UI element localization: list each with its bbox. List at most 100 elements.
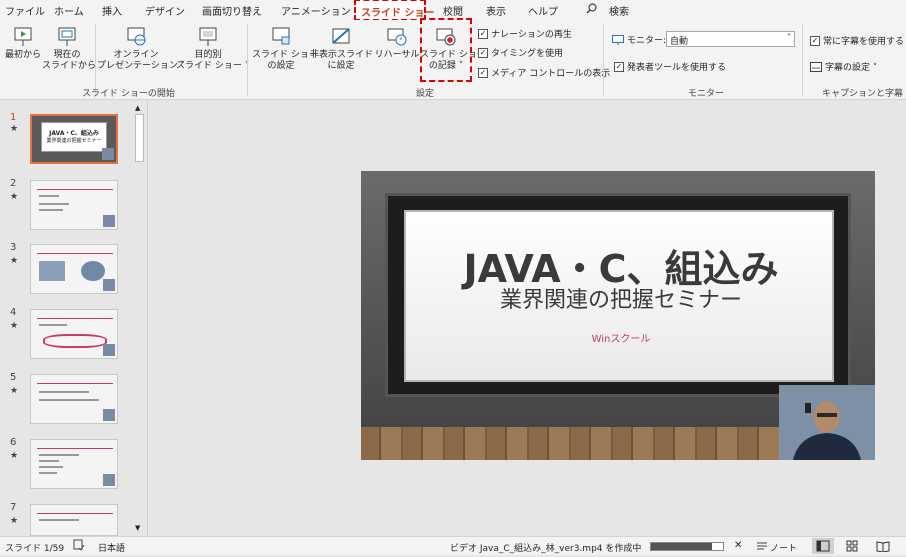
online-label-2: プレゼンテーション ˅ xyxy=(97,61,186,71)
checkbox-checked-icon: ✓ xyxy=(478,67,488,78)
separator xyxy=(802,24,803,96)
rehearse-button[interactable]: リハーサル xyxy=(374,26,420,61)
thumbnail-scrollbar[interactable]: ▲ ▼ xyxy=(134,104,145,534)
slide-thumbnail-5[interactable] xyxy=(30,374,118,424)
search-label[interactable]: 検索 xyxy=(609,3,629,18)
slide-thumbnail-2[interactable] xyxy=(30,180,118,230)
normal-view-icon[interactable] xyxy=(812,538,834,554)
narration-checkbox[interactable]: ✓ ナレーションの再生 xyxy=(478,27,572,40)
tab-design[interactable]: デザイン xyxy=(145,3,185,18)
checkbox-checked-icon: ✓ xyxy=(478,28,488,39)
spellcheck-icon[interactable] xyxy=(73,539,85,554)
monitor-group-label: モニター xyxy=(688,89,725,99)
custom-show-icon xyxy=(199,27,217,46)
slide-thumbnail-panel: 1 ★ JAVA・C、組込み 業界関連の把握セミナー 2 ★ 3 ★ 4 ★ 5… xyxy=(0,100,148,536)
tab-transitions[interactable]: 画面切り替え xyxy=(202,3,262,18)
play-from-start-icon xyxy=(14,27,32,46)
thumb-content-box: JAVA・C、組込み 業界関連の把握セミナー xyxy=(41,122,107,152)
from-current-label-1: 現在の xyxy=(53,50,81,60)
setup-icon xyxy=(272,27,290,45)
rehearse-label: リハーサル xyxy=(374,50,420,60)
custom-label-2: スライド ショー ˅ xyxy=(176,61,250,71)
from-current-button[interactable]: 現在の スライドから xyxy=(42,26,96,72)
transition-star-icon: ★ xyxy=(10,321,19,331)
setup-group-label: 設定 xyxy=(416,89,435,99)
slide-number: 1 xyxy=(10,112,17,123)
slide-thumbnail-4[interactable] xyxy=(30,309,118,359)
chevron-down-icon: ˅ xyxy=(787,33,791,42)
media-checkbox[interactable]: ✓ メディア コントロールの表示 xyxy=(478,66,610,79)
checkbox-checked-icon: ✓ xyxy=(810,35,820,46)
slide-number: 5 xyxy=(10,372,17,383)
slide-brand[interactable]: Winスクール xyxy=(406,330,836,345)
transition-star-icon: ★ xyxy=(10,256,19,266)
setup-slideshow-button[interactable]: スライド ショー の設定 xyxy=(252,26,318,72)
scroll-down-icon[interactable]: ▼ xyxy=(135,524,140,532)
presenter-view-checkbox[interactable]: ✓ 発表者ツールを使用する xyxy=(614,60,726,73)
captions-icon xyxy=(810,61,822,72)
presenter-label: 発表者ツールを使用する xyxy=(627,63,727,73)
transition-star-icon: ★ xyxy=(10,124,19,134)
start-group-label: スライド ショーの開始 xyxy=(82,89,175,99)
slide-thumbnail-6[interactable] xyxy=(30,439,118,489)
hide-label-2: に設定 xyxy=(327,61,355,71)
transition-star-icon: ★ xyxy=(10,192,19,202)
tab-slideshow[interactable]: スライド ショー xyxy=(354,0,434,21)
hide-slide-button[interactable]: 非表示スライド に設定 xyxy=(310,26,373,72)
checkbox-checked-icon: ✓ xyxy=(614,61,624,72)
monitor-select-value: 自動 xyxy=(670,37,689,47)
slide-thumbnail-7[interactable] xyxy=(30,504,118,536)
rehearse-timer-icon xyxy=(387,28,407,46)
setup-label-1: スライド ショー xyxy=(252,50,318,60)
slide-number: 3 xyxy=(10,242,17,253)
slide-number: 4 xyxy=(10,307,17,318)
scrollbar-thumb[interactable] xyxy=(135,114,144,162)
search-icon[interactable] xyxy=(586,3,597,17)
menu-bar: ファイル ホーム 挿入 デザイン 画面切り替え アニメーション スライド ショー… xyxy=(0,0,906,21)
slide-thumbnail-3[interactable] xyxy=(30,244,118,294)
slide-number: 7 xyxy=(10,502,17,513)
slide-sorter-view-icon[interactable] xyxy=(846,540,858,555)
slide-count: スライド 1/59 xyxy=(5,544,65,554)
tab-insert[interactable]: 挿入 xyxy=(102,3,122,18)
transition-star-icon: ★ xyxy=(10,451,19,461)
reading-view-icon[interactable] xyxy=(876,540,890,555)
tab-file[interactable]: ファイル xyxy=(5,3,45,18)
language-indicator[interactable]: 日本語 xyxy=(98,541,125,554)
from-beginning-label: 最初から xyxy=(4,50,41,60)
timing-checkbox[interactable]: ✓ タイミングを使用 xyxy=(478,46,563,59)
slide-number: 6 xyxy=(10,437,17,448)
thumb-subtitle: 業界関連の把握セミナー xyxy=(46,138,102,144)
tab-home[interactable]: ホーム xyxy=(54,3,84,18)
monitor-select[interactable]: 自動 ˅ xyxy=(666,31,795,47)
custom-show-button[interactable]: 目的別 スライド ショー ˅ xyxy=(176,26,250,72)
notes-button-label[interactable]: ノート xyxy=(770,541,797,554)
online-present-button[interactable]: オンライン プレゼンテーション ˅ xyxy=(97,26,186,72)
transition-star-icon: ★ xyxy=(10,516,19,526)
scroll-up-icon[interactable]: ▲ xyxy=(135,104,140,112)
monitor-icon xyxy=(612,34,624,45)
thumb-title: JAVA・C、組込み xyxy=(49,130,99,137)
record-highlight-box xyxy=(420,18,472,82)
tab-animations[interactable]: アニメーション xyxy=(281,3,351,18)
checkbox-checked-icon: ✓ xyxy=(478,47,488,58)
play-from-current-icon xyxy=(58,27,76,46)
tab-review[interactable]: 校閲 xyxy=(443,3,463,18)
tab-help[interactable]: ヘルプ xyxy=(528,3,558,18)
notes-icon[interactable] xyxy=(756,539,768,554)
from-beginning-button[interactable]: 最初から xyxy=(4,26,42,61)
caption-settings-button[interactable]: 字幕の設定 ˅ xyxy=(810,60,877,73)
always-captions-checkbox[interactable]: ✓ 常に字幕を使用する xyxy=(810,34,904,47)
separator xyxy=(603,24,604,96)
presenter-video-icon xyxy=(779,385,875,460)
tab-slideshow-label: スライド ショー xyxy=(361,8,435,19)
always-captions-label: 常に字幕を使用する xyxy=(823,37,905,47)
slide-thumbnail-1[interactable]: JAVA・C、組込み 業界関連の把握セミナー xyxy=(30,114,118,164)
slide-subtitle[interactable]: 業界関連の把握セミナー xyxy=(406,282,836,314)
caption-group-label: キャプションと字幕 xyxy=(822,89,904,99)
monitor-label: モニター: xyxy=(612,33,666,46)
caption-settings-label: 字幕の設定 ˅ xyxy=(825,63,878,73)
tab-view[interactable]: 表示 xyxy=(486,3,506,18)
progress-fill xyxy=(651,543,713,550)
cancel-export-icon[interactable]: ✕ xyxy=(734,540,742,551)
